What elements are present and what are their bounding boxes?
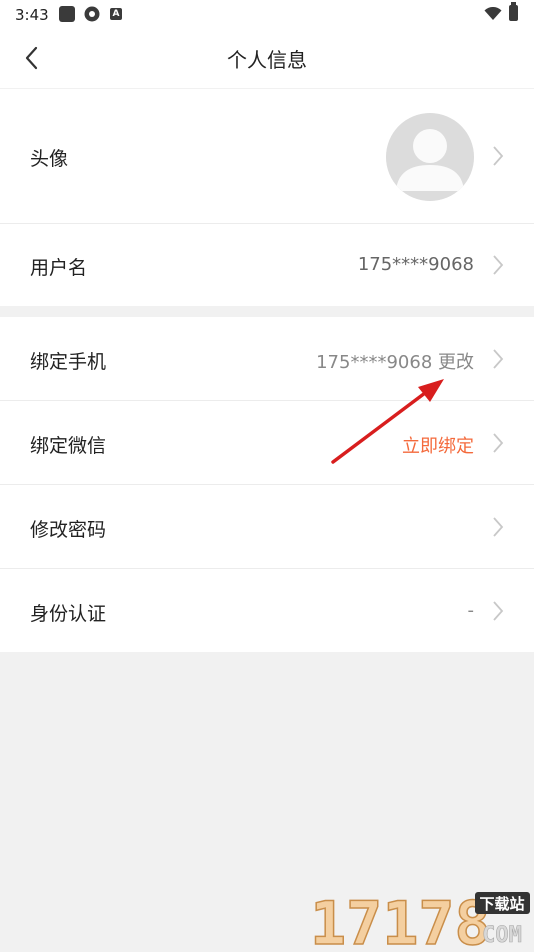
watermark-badge: 下载站 xyxy=(479,895,524,913)
watermark-graphic: 17178 下载站 COM xyxy=(309,888,530,952)
watermark-logo: 17178 下载站 COM xyxy=(309,884,530,952)
watermark-suffix: COM xyxy=(482,923,522,948)
annotation-arrow xyxy=(331,379,444,464)
watermark-number: 17178 xyxy=(310,889,491,948)
